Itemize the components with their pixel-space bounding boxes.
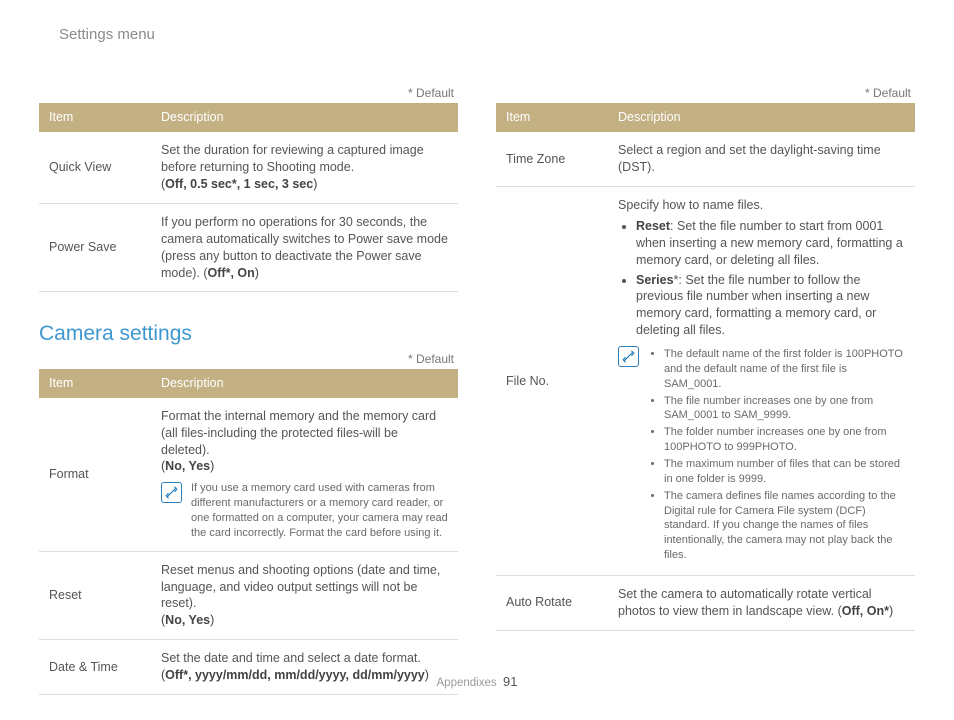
col-header-description: Description [151, 103, 458, 132]
table-row: Power Save If you perform no operations … [39, 203, 458, 292]
item-description: Reset menus and shooting options (date a… [151, 551, 458, 640]
note-icon [618, 346, 639, 367]
item-description: If you perform no operations for 30 seco… [151, 203, 458, 292]
item-description: Format the internal memory and the memor… [151, 398, 458, 551]
note-text: If you use a memory card used with camer… [191, 481, 448, 540]
item-label: Auto Rotate [496, 575, 608, 630]
table-row: Format Format the internal memory and th… [39, 398, 458, 551]
item-description: Set the duration for reviewing a capture… [151, 132, 458, 203]
footer-section: Appendixes [437, 677, 497, 689]
item-label: Quick View [39, 132, 151, 203]
default-label: * Default [496, 85, 915, 101]
breadcrumb: Settings menu [59, 25, 915, 45]
item-label: Reset [39, 551, 151, 640]
col-header-item: Item [39, 369, 151, 398]
item-label: Power Save [39, 203, 151, 292]
col-header-item: Item [496, 103, 608, 132]
settings-table-1: Item Description Quick View Set the dura… [39, 103, 458, 292]
item-label: File No. [496, 187, 608, 576]
table-row: File No. Specify how to name files. Rese… [496, 187, 915, 576]
item-description: Specify how to name files. Reset: Set th… [608, 187, 915, 576]
item-description: Select a region and set the daylight-sav… [608, 132, 915, 186]
table-row: Reset Reset menus and shooting options (… [39, 551, 458, 640]
default-label: * Default [39, 85, 458, 101]
page-number: 91 [503, 674, 517, 689]
settings-table-2: Item Description Format Format the inter… [39, 369, 458, 695]
table-row: Quick View Set the duration for reviewin… [39, 132, 458, 203]
table-row: Time Zone Select a region and set the da… [496, 132, 915, 186]
right-column: * Default Item Description Time Zone Sel… [496, 85, 915, 695]
item-label: Time Zone [496, 132, 608, 186]
left-column: * Default Item Description Quick View Se… [39, 85, 458, 695]
item-label: Format [39, 398, 151, 551]
note-list: The default name of the first folder is … [648, 345, 905, 565]
note-icon [161, 482, 182, 503]
section-title-camera-settings: Camera settings [39, 320, 458, 348]
table-row: Auto Rotate Set the camera to automatica… [496, 575, 915, 630]
col-header-item: Item [39, 103, 151, 132]
page-footer: Appendixes 91 [0, 673, 954, 692]
item-description: Set the camera to automatically rotate v… [608, 575, 915, 630]
col-header-description: Description [151, 369, 458, 398]
default-label: * Default [39, 351, 458, 367]
col-header-description: Description [608, 103, 915, 132]
settings-table-3: Item Description Time Zone Select a regi… [496, 103, 915, 630]
